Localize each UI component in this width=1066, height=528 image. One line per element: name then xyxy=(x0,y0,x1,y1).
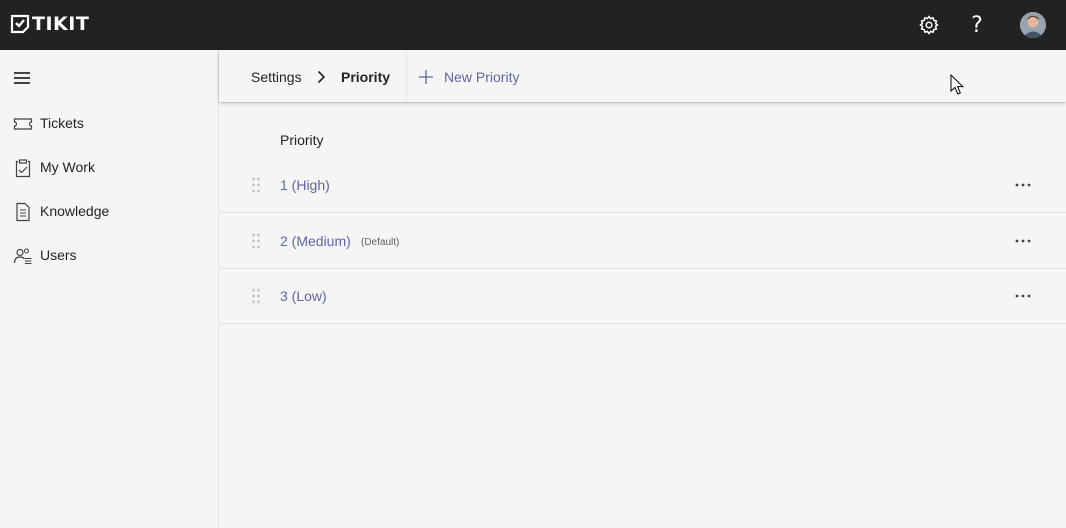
sidebar-item-my-work[interactable]: My Work xyxy=(0,150,218,186)
plus-icon xyxy=(419,70,433,84)
app-logo[interactable]: TIKIT xyxy=(10,12,89,36)
default-badge: (Default) xyxy=(361,237,400,248)
user-photo-icon xyxy=(1020,12,1046,38)
drag-handle-icon[interactable] xyxy=(251,233,261,249)
breadcrumb-settings-link[interactable]: Settings xyxy=(251,69,302,85)
sidebar-item-label: My Work xyxy=(40,159,95,175)
sidebar-item-label: Users xyxy=(40,247,77,263)
hamburger-icon-line xyxy=(14,77,30,79)
column-header-priority: Priority xyxy=(280,132,324,148)
gear-icon xyxy=(919,15,939,35)
question-icon: ? xyxy=(971,12,983,38)
check-shield-icon xyxy=(10,14,30,34)
list-item[interactable]: 3 (Low) xyxy=(219,268,1066,324)
chevron-right-icon xyxy=(317,70,326,84)
hamburger-icon-line xyxy=(14,82,30,84)
sidebar: Tickets My Work Knowledge Users xyxy=(0,50,219,528)
priority-name-link[interactable]: 1 (High) xyxy=(280,177,330,193)
clipboard-icon xyxy=(15,159,31,178)
top-bar: TIKIT ? xyxy=(0,0,1066,50)
command-bar: Settings Priority New Priority xyxy=(219,50,1066,102)
new-priority-button[interactable]: New Priority xyxy=(418,66,519,88)
priority-name-link[interactable]: 3 (Low) xyxy=(280,288,327,304)
drag-handle-icon[interactable] xyxy=(251,177,261,193)
more-options-icon[interactable] xyxy=(1015,294,1031,298)
app-name: TIKIT xyxy=(32,13,90,35)
ticket-icon xyxy=(13,118,33,130)
more-options-icon[interactable] xyxy=(1015,183,1031,187)
more-options-icon[interactable] xyxy=(1015,239,1031,243)
menu-toggle-button[interactable] xyxy=(14,71,32,85)
page-title: Priority xyxy=(341,69,391,85)
sidebar-item-tickets[interactable]: Tickets xyxy=(0,106,218,142)
sidebar-item-label: Tickets xyxy=(40,115,84,131)
help-button[interactable]: ? xyxy=(964,12,990,38)
sidebar-item-knowledge[interactable]: Knowledge xyxy=(0,194,218,230)
document-icon xyxy=(16,202,30,222)
sidebar-item-users[interactable]: Users xyxy=(0,238,218,274)
sidebar-item-label: Knowledge xyxy=(40,203,110,219)
new-priority-label: New Priority xyxy=(444,69,520,85)
hamburger-icon xyxy=(14,72,30,74)
drag-handle-icon[interactable] xyxy=(251,288,261,304)
mouse-cursor-icon xyxy=(950,74,964,95)
people-icon xyxy=(13,248,32,265)
priority-name-link[interactable]: 2 (Medium) xyxy=(280,233,351,249)
avatar[interactable] xyxy=(1020,12,1046,38)
settings-button[interactable] xyxy=(916,12,942,38)
list-item[interactable]: 1 (High) xyxy=(219,157,1066,213)
list-item[interactable]: 2 (Medium) (Default) xyxy=(219,213,1066,269)
divider xyxy=(406,50,407,102)
